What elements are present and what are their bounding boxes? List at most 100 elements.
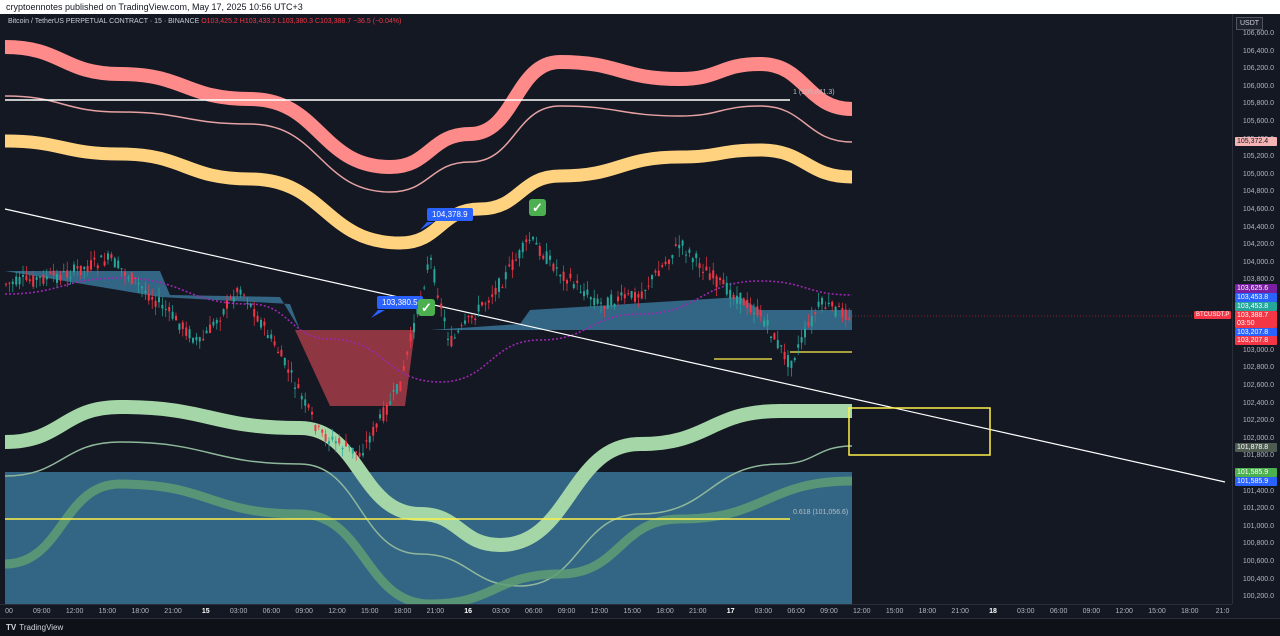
candle-body [766,319,769,326]
time-tick-label: 16 [464,608,473,615]
candle-body [464,320,466,324]
tradingview-logo[interactable]: TV TradingView [6,623,63,632]
candle-body [603,306,606,309]
time-tick-label: 17 [726,608,735,615]
price-tick-label: 101,400.0 [1242,487,1274,495]
candle-body [695,253,698,259]
candle-body [175,315,177,321]
candle-body [229,297,232,299]
candle-body [494,287,497,295]
symbol-legend[interactable]: Bitcoin / TetherUS PERPETUAL CONTRACT · … [8,17,401,26]
candle-body [205,330,208,334]
candle-body [569,273,572,279]
time-tick-label: 15 [201,608,210,615]
candle-body [56,273,58,283]
candle-body [263,321,266,326]
price-badge: 103,207.8 [1235,336,1277,345]
candle-body [385,404,388,415]
candle-body [606,297,609,309]
candle-body [402,365,405,371]
candle-body [657,270,660,277]
candle-body [685,254,687,256]
candle-body [770,336,772,339]
candle-body [260,319,262,328]
candle-body [542,255,545,259]
entry-price-callout: 103,380.5 [377,296,423,309]
candle-body [572,284,575,289]
candle-body [96,265,99,269]
candle-body [749,304,752,313]
candle-body [759,310,762,317]
candle-body [294,387,296,389]
candle-body [73,264,75,273]
candle-body [423,287,426,289]
time-tick-label: 09:00 [33,608,51,615]
candle-body [674,244,677,246]
candle-body [742,298,745,306]
price-tick-label: 106,600.0 [1242,30,1274,37]
candle-body [161,304,164,309]
candle-body [324,434,327,442]
candle-body [236,287,239,293]
time-scale[interactable]: 00 09:00 12:00 15:00 18:00 21:00 15 03:00 06:00 0… [0,604,1232,618]
candle-body [100,255,103,258]
candle-body [834,306,837,317]
candle-body [729,289,732,299]
price-tick-label: 104,200.0 [1242,241,1274,249]
candle-body [491,294,494,297]
candle-body [32,275,35,287]
time-tick-label: 03:00 [754,608,773,615]
candle-body [141,286,143,289]
candle-body [453,337,456,339]
candle-body [508,264,511,267]
candle-body [617,296,619,302]
currency-button[interactable]: USDT [1236,17,1264,30]
target-box [848,407,991,456]
candle-body [753,312,755,314]
price-tick-label: 105,200.0 [1242,153,1274,161]
price-scale[interactable]: 106,600.0 106,400.0 106,200.0 106,000.0 105,… [1232,14,1280,604]
candle-body [389,401,392,405]
candle-body [287,369,290,373]
time-tick-label: 15:00 [1148,608,1166,615]
price-badge: 103,625.6 [1235,284,1277,293]
time-tick-label: 12:00 [328,608,346,615]
candle-body [613,303,616,307]
check-mark-icon: ✓ [529,199,546,216]
candle-body [399,381,402,392]
time-tick-label: 06:00 [1049,608,1068,615]
candle-body [586,289,589,295]
candle-body [314,425,317,432]
candle-body [202,338,205,341]
candle-body [375,423,378,428]
candle-body [555,267,558,269]
candle-body [134,277,137,279]
candle-body [215,319,218,324]
time-tick-label: 09:00 [557,608,576,615]
candle-body [219,320,222,322]
price-tick-label: 100,200.0 [1242,593,1274,601]
candle-body [49,272,52,274]
brand-name: TradingView [19,623,64,632]
candle-body [39,276,41,278]
chart-area[interactable]: 104,378.9 103,380.5 ✓ ✓ 1 (105,841.3) 0.… [0,14,1232,604]
candle-body [321,429,324,433]
candle-body [678,244,681,249]
candle-body [511,259,514,270]
publisher-text: cryptoennotes published on TradingView.c… [6,2,303,12]
price-chart[interactable] [0,14,1232,604]
candle-body [793,357,796,361]
candle-body [379,414,381,419]
candle-body [334,440,337,444]
candle-body [545,251,548,264]
candle-body [297,384,300,389]
candle-body [280,349,283,357]
time-tick-label: 09:00 [295,608,313,615]
candle-body [107,253,109,260]
price-tick-label: 105,800.0 [1242,100,1274,108]
price-tick-label: 104,800.0 [1242,188,1274,196]
time-tick-label: 18:00 [1181,608,1199,615]
candle-body [810,316,813,327]
lower-cloud-zone [5,472,852,604]
price-tick-label: 104,600.0 [1242,206,1274,213]
